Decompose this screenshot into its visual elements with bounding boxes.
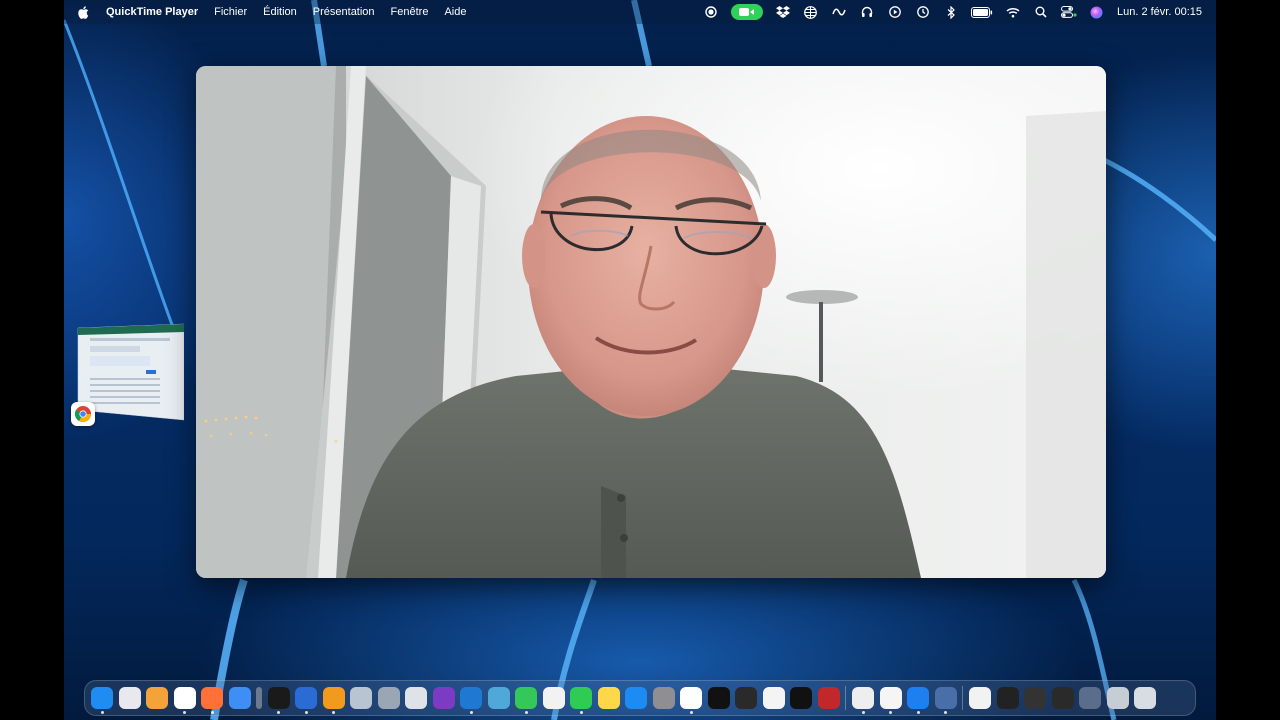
running-indicator: [916, 711, 920, 714]
menu-fenetre[interactable]: Fenêtre: [391, 6, 429, 18]
status-area: Lun. 2 févr. 00:15: [691, 0, 1202, 24]
running-indicator: [304, 711, 308, 714]
facetime-icon[interactable]: [730, 4, 763, 20]
running-indicator: [524, 711, 528, 714]
dropbox-icon[interactable]: [775, 4, 791, 20]
battery-icon[interactable]: [970, 4, 993, 20]
dock-cloud-icon[interactable]: [350, 687, 372, 709]
dock-xcode-icon[interactable]: [295, 687, 317, 714]
dock-firefox-icon[interactable]: [201, 687, 223, 714]
dock-system-settings-icon[interactable]: [652, 687, 675, 709]
dock-window-3-icon[interactable]: [1051, 687, 1074, 709]
menu-aide[interactable]: Aide: [444, 6, 466, 18]
dock-window-1-icon[interactable]: [996, 687, 1019, 709]
menu-edition[interactable]: Édition: [263, 6, 297, 18]
chrome-icon: [71, 402, 95, 426]
dock-teams-icon[interactable]: [487, 687, 510, 709]
menu-presentation[interactable]: Présentation: [313, 6, 375, 18]
running-indicator: [183, 711, 186, 714]
dock-chatgpt-icon[interactable]: [762, 687, 785, 709]
time-machine-icon[interactable]: [915, 4, 931, 20]
bluetooth-icon[interactable]: [943, 4, 959, 20]
dock-safari-icon[interactable]: [228, 687, 251, 709]
globe-icon[interactable]: [803, 4, 819, 20]
dock-chrome-icon[interactable]: [173, 687, 196, 714]
play-circle-icon[interactable]: [887, 4, 903, 20]
running-indicator: [579, 711, 583, 714]
apple-logo-icon[interactable]: [78, 5, 92, 19]
dock-textedit-icon[interactable]: [879, 687, 902, 714]
dock: [84, 680, 1196, 716]
running-indicator: [861, 711, 865, 714]
dock-launchpad-icon[interactable]: [118, 687, 141, 709]
running-indicator: [469, 711, 473, 714]
dock-messages-icon[interactable]: [515, 687, 537, 714]
dock-separator: [845, 686, 846, 710]
running-indicator: [944, 711, 947, 714]
control-center-icon[interactable]: [1060, 4, 1077, 20]
running-indicator: [689, 711, 693, 714]
dock-vscode-icon[interactable]: [460, 687, 482, 714]
stage-manager-chrome-window[interactable]: [71, 322, 185, 426]
wave-icon[interactable]: [831, 4, 847, 20]
dock-disk-utility-icon[interactable]: [405, 687, 427, 709]
running-indicator: [100, 711, 104, 714]
headphones-icon[interactable]: [859, 4, 875, 20]
dock-notes-strip-icon[interactable]: [256, 687, 262, 709]
dock-podcast-icon[interactable]: [852, 687, 874, 714]
dock-screenshot-icon[interactable]: [934, 687, 957, 714]
dock-trash-icon[interactable]: [1134, 687, 1156, 709]
record-icon[interactable]: [703, 4, 719, 20]
dock-window-4-icon[interactable]: [1079, 687, 1101, 709]
dock-document-1-icon[interactable]: [969, 687, 991, 709]
dock-quicktime-icon[interactable]: [907, 687, 929, 714]
dock-window-2-icon[interactable]: [1024, 687, 1046, 709]
running-indicator: [332, 711, 335, 714]
dock-photo-booth-icon[interactable]: [817, 687, 840, 709]
siri-icon[interactable]: [1089, 4, 1105, 20]
menu-bar: QuickTime Player Fichier Édition Présent…: [64, 0, 1216, 24]
dock-terminal-icon[interactable]: [267, 687, 290, 714]
menubar-clock[interactable]: Lun. 2 févr. 00:15: [1117, 6, 1202, 18]
dock-photos-icon[interactable]: [542, 687, 565, 709]
dock-window-5-icon[interactable]: [1106, 687, 1129, 709]
dock-sublime-icon[interactable]: [322, 687, 345, 714]
dock-app-store-icon[interactable]: [625, 687, 647, 709]
wifi-icon[interactable]: [1005, 4, 1021, 20]
dock-calculator-icon[interactable]: [735, 687, 757, 709]
search-icon[interactable]: [1033, 4, 1049, 20]
dock-github-desktop-icon[interactable]: [432, 687, 455, 709]
menu-fichier[interactable]: Fichier: [214, 6, 247, 18]
running-indicator: [889, 711, 892, 714]
quicktime-video-window[interactable]: [196, 66, 1106, 578]
dock-separator: [962, 686, 963, 710]
dock-finder-icon[interactable]: [91, 687, 113, 714]
dock-home-icon[interactable]: [146, 687, 168, 709]
menu-app-name[interactable]: QuickTime Player: [106, 6, 198, 18]
running-indicator: [210, 711, 214, 714]
dock-system-utility-icon[interactable]: [377, 687, 400, 709]
dock-facetime-icon[interactable]: [570, 687, 592, 714]
running-indicator: [277, 711, 280, 714]
dock-notes-icon[interactable]: [597, 687, 620, 709]
dock-slack-icon[interactable]: [680, 687, 702, 714]
webcam-video-frame: [196, 66, 1106, 578]
dock-tradingview-icon[interactable]: [790, 687, 812, 709]
dock-apple-tv-icon[interactable]: [707, 687, 730, 709]
